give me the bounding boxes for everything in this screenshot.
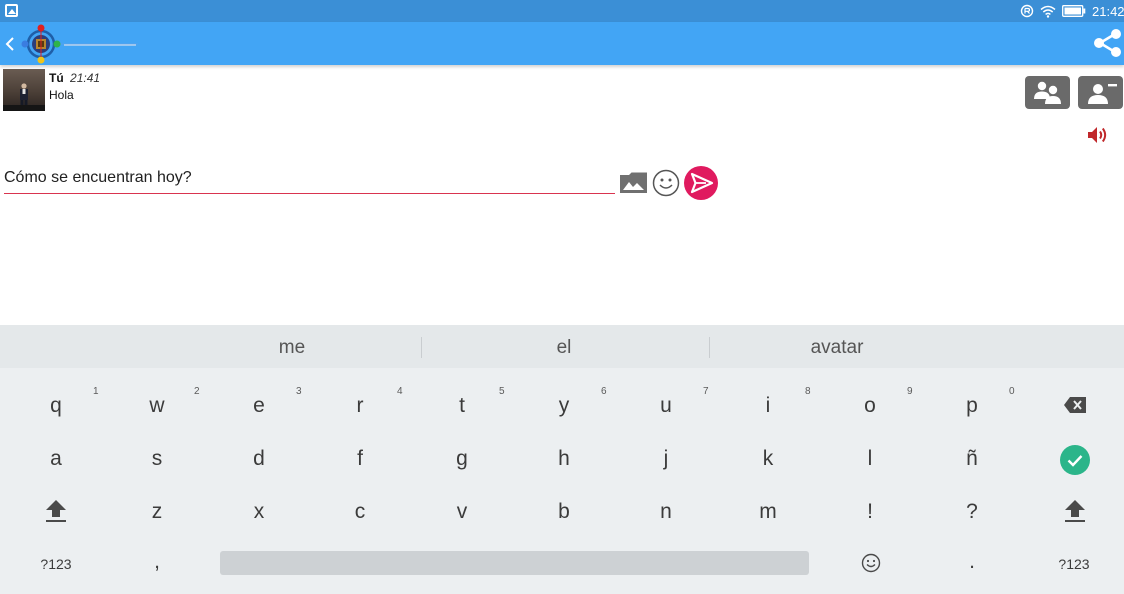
status-icons: 21:42 xyxy=(1020,0,1124,22)
suggestion-strip: me el avatar xyxy=(0,325,1124,368)
suggestion-divider xyxy=(709,337,710,358)
screen: 21:42 Tú 21:41 Hola Cómo se encuentran h… xyxy=(0,0,1124,594)
suggestion-item[interactable]: el xyxy=(464,325,664,368)
done-button[interactable] xyxy=(1060,445,1090,475)
key-p[interactable]: p0 xyxy=(922,380,1022,430)
key-u[interactable]: u7 xyxy=(616,380,716,430)
shift-icon xyxy=(1065,500,1085,522)
group-icon xyxy=(1034,81,1061,104)
shift-icon xyxy=(46,500,66,522)
key-y[interactable]: y6 xyxy=(514,380,614,430)
key-n[interactable]: n xyxy=(616,486,716,536)
backspace-key[interactable] xyxy=(1024,380,1124,430)
shift-key-right[interactable] xyxy=(1024,486,1124,536)
key-exclamation[interactable]: ! xyxy=(820,486,920,536)
key-z[interactable]: z xyxy=(107,486,207,536)
key-period[interactable]: . xyxy=(922,539,1022,589)
key-q[interactable]: q1 xyxy=(6,380,106,430)
key-t[interactable]: t5 xyxy=(412,380,512,430)
key-x[interactable]: x xyxy=(209,486,309,536)
back-chevron-icon[interactable] xyxy=(3,34,17,54)
key-r[interactable]: r4 xyxy=(310,380,410,430)
avatar-person xyxy=(20,83,28,107)
key-l[interactable]: l xyxy=(820,433,920,483)
avatar-floor xyxy=(3,105,45,111)
volume-icon[interactable] xyxy=(1086,124,1110,146)
symbols-key-left[interactable]: ?123 xyxy=(6,539,106,589)
suggestion-item[interactable]: me xyxy=(192,325,392,368)
key-question[interactable]: ? xyxy=(922,486,1022,536)
key-k[interactable]: k xyxy=(718,433,818,483)
key-m[interactable]: m xyxy=(718,486,818,536)
soft-keyboard: me el avatar q1 w2 e3 r4 t5 y6 u7 i8 o9 … xyxy=(0,325,1124,594)
send-icon xyxy=(690,172,714,194)
key-b[interactable]: b xyxy=(514,486,614,536)
key-j[interactable]: j xyxy=(616,433,716,483)
remove-user-button[interactable] xyxy=(1078,76,1123,109)
key-f[interactable]: f xyxy=(310,433,410,483)
symbols-key-right[interactable]: ?123 xyxy=(1024,539,1124,589)
key-h[interactable]: h xyxy=(514,433,614,483)
message-time: 21:41 xyxy=(70,71,101,85)
key-a[interactable]: a xyxy=(6,433,106,483)
key-c[interactable]: c xyxy=(310,486,410,536)
remove-user-icon xyxy=(1088,84,1117,104)
key-w[interactable]: w2 xyxy=(107,380,207,430)
app-logo[interactable] xyxy=(18,24,142,64)
key-g[interactable]: g xyxy=(412,433,512,483)
emoji-key[interactable] xyxy=(820,539,920,589)
status-time: 21:42 xyxy=(1092,3,1124,19)
gallery-notification-icon xyxy=(5,4,18,17)
key-comma[interactable]: , xyxy=(107,539,207,589)
backspace-icon xyxy=(1064,397,1086,413)
suggestion-item[interactable]: avatar xyxy=(737,325,937,368)
wifi-icon xyxy=(1040,5,1056,18)
key-e[interactable]: e3 xyxy=(209,380,309,430)
emoji-icon xyxy=(652,169,680,197)
key-s[interactable]: s xyxy=(107,433,207,483)
shift-key[interactable] xyxy=(6,486,106,536)
group-button[interactable] xyxy=(1025,76,1070,109)
key-v[interactable]: v xyxy=(412,486,512,536)
emoji-icon xyxy=(861,553,881,573)
message-input[interactable] xyxy=(4,166,615,194)
sender-avatar[interactable] xyxy=(3,69,45,111)
spacebar[interactable] xyxy=(220,551,809,575)
battery-icon xyxy=(1062,5,1086,17)
key-d[interactable]: d xyxy=(209,433,309,483)
suggestion-divider xyxy=(421,337,422,358)
share-icon[interactable] xyxy=(1090,26,1124,60)
app-bar xyxy=(0,22,1124,65)
status-bar: 21:42 xyxy=(0,0,1124,22)
image-icon xyxy=(620,172,647,193)
attach-image-button[interactable] xyxy=(619,170,648,195)
message-text: Hola xyxy=(49,88,74,102)
key-o[interactable]: o9 xyxy=(820,380,920,430)
key-n-tilde[interactable]: ñ xyxy=(922,433,1022,483)
sync-icon xyxy=(1020,4,1034,18)
emoji-button[interactable] xyxy=(652,169,680,197)
message-meta: Tú 21:41 xyxy=(49,71,100,85)
key-i[interactable]: i8 xyxy=(718,380,818,430)
send-button[interactable] xyxy=(684,166,718,200)
message-sender: Tú xyxy=(49,71,64,85)
check-icon xyxy=(1067,455,1083,467)
